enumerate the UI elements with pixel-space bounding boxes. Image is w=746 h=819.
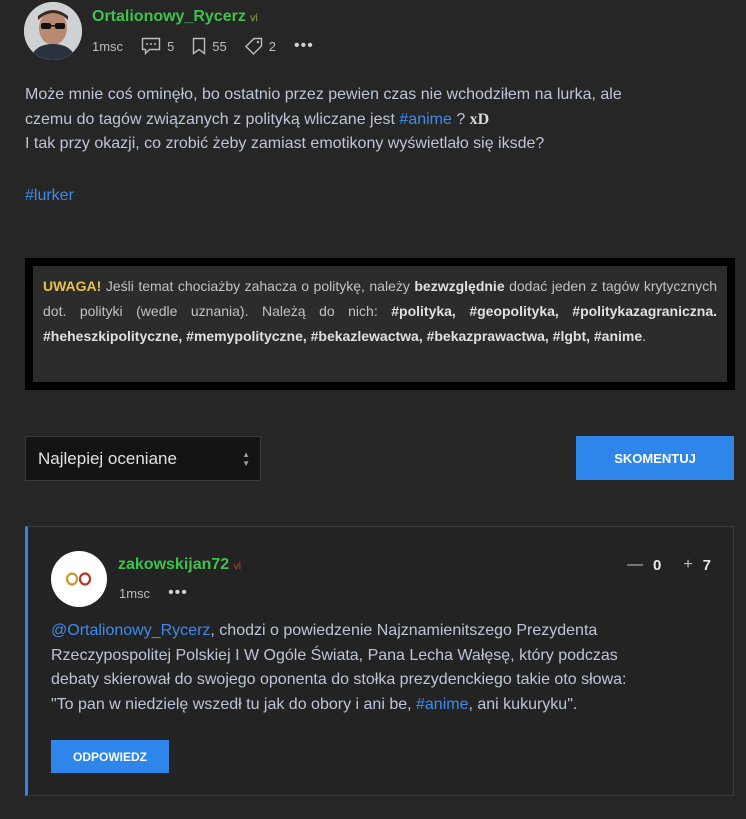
author-username[interactable]: Ortalionowy_Rycerz ⅵ [92, 8, 258, 26]
sort-select-value: Najlepiej oceniane [38, 448, 177, 468]
post-meta: 1msc 5 55 2 ••• [92, 36, 314, 56]
tag-link-anime[interactable]: #anime [416, 696, 468, 713]
author-name[interactable]: Ortalionowy_Rycerz [92, 8, 246, 25]
comments-number: 5 [167, 38, 175, 54]
comment-quote: "To pan w niedzielę wszedł tu jak do obo… [51, 695, 416, 713]
comment-button[interactable]: SKOMENTUJ [576, 436, 734, 480]
commenter-avatar[interactable] [51, 551, 107, 607]
warning-label: UWAGA! [43, 278, 102, 294]
tag-link-anime[interactable]: #anime [399, 111, 451, 128]
warning-box: UWAGA! Jeśli temat chociażby zahacza o p… [25, 258, 735, 390]
comment-body: @Ortalionowy_Rycerz, chodzi o powiedzeni… [51, 619, 651, 717]
tag-icon [244, 37, 262, 55]
comment-meta: 1msc ••• [119, 583, 188, 603]
tags-number: 2 [268, 38, 276, 54]
more-options-icon[interactable]: ••• [294, 37, 314, 55]
warning-part: Jeśli temat chociażby zahacza o politykę… [101, 278, 415, 294]
comment-time: 1msc [119, 585, 151, 601]
rss-icon: ⅵ [233, 561, 242, 572]
post-time: 1msc [92, 38, 124, 54]
bookmark-icon [193, 37, 206, 55]
bookmarks-count[interactable]: 55 [192, 37, 227, 55]
post-line-2: czemu do tagów związanych z polityką wli… [25, 108, 725, 133]
post-text: czemu do tagów związanych z polityką wli… [25, 110, 400, 128]
bookmarks-number: 55 [212, 38, 227, 54]
tag-link-lurker[interactable]: #lurker [25, 187, 74, 205]
upvote-icon[interactable]: + [683, 556, 692, 574]
comment-votes: — 0 + 7 [627, 556, 711, 574]
tags-count[interactable]: 2 [244, 37, 276, 55]
comment-quote: , ani kukuryku". [468, 695, 578, 713]
warning-text: UWAGA! Jeśli temat chociażby zahacza o p… [33, 266, 727, 382]
post-body: Może mnie coś ominęło, bo ostatnio przez… [25, 83, 725, 157]
post-text: ? [451, 110, 470, 128]
reply-button[interactable]: ODPOWIEDZ [51, 740, 169, 773]
post-header: Ortalionowy_Rycerz ⅵ 1msc 5 55 2 ••• [24, 2, 746, 60]
xd-text: xD [469, 110, 490, 128]
comments-count[interactable]: 5 [141, 37, 174, 55]
comment-card: zakowskijan72 ⅵ 1msc ••• — 0 + 7 @Ortalio… [25, 526, 734, 796]
rss-icon: ⅵ [249, 13, 258, 24]
warning-strong: bezwzględnie [414, 278, 505, 294]
commenter-username[interactable]: zakowskijan72 ⅵ [118, 556, 241, 574]
comment-icon [141, 37, 161, 55]
downvote-count: 0 [652, 556, 662, 574]
commenter-name[interactable]: zakowskijan72 [118, 556, 229, 573]
downvote-icon[interactable]: — [627, 556, 643, 574]
post-line-1: Może mnie coś ominęło, bo ostatnio przez… [25, 86, 622, 103]
warning-part: . [642, 328, 647, 344]
author-avatar[interactable] [24, 2, 82, 60]
post-line-3: I tak przy okazji, co zrobić żeby zamias… [25, 135, 545, 152]
upvote-count: 7 [702, 556, 711, 574]
comment-more-icon[interactable]: ••• [168, 584, 188, 602]
sort-select[interactable]: Najlepiej oceniane ▲ ▼ [25, 436, 261, 481]
mention-link[interactable]: @Ortalionowy_Rycerz [51, 622, 210, 639]
sort-arrows-icon: ▲ ▼ [242, 450, 250, 468]
